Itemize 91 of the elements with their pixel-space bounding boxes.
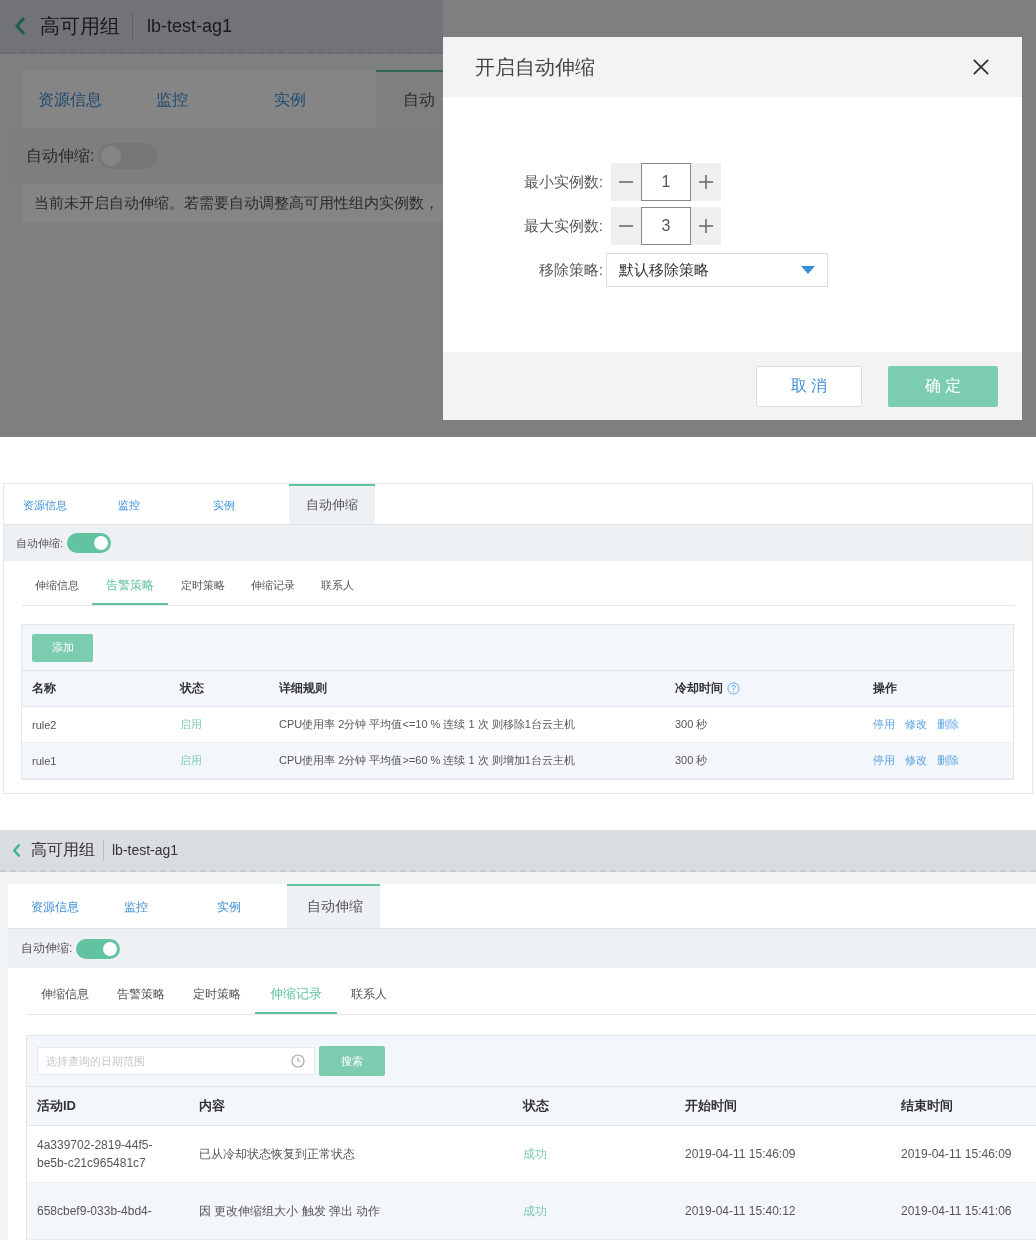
group-name: lb-test-ag1	[112, 842, 179, 858]
toggle-switch[interactable]	[76, 938, 121, 959]
caret-icon	[801, 266, 815, 274]
table-cell-text: 2019-04-11 15:41:06	[901, 1204, 1013, 1218]
field-label: 最小实例数:	[522, 172, 604, 192]
dropdown-select[interactable]: 默认移除策略	[606, 253, 828, 287]
action-link[interactable]: 停用	[873, 717, 895, 732]
tab[interactable]: 监控	[99, 484, 194, 524]
sub-tab[interactable]: 定时策略	[179, 976, 255, 1014]
field-label: 最大实例数:	[522, 216, 604, 236]
auto-scaling-label: 自动伸缩:	[16, 535, 64, 551]
table-cell-text: rule1	[32, 754, 58, 767]
tab[interactable]: 实例	[257, 70, 376, 128]
column-header: 结束时间	[901, 1097, 953, 1115]
tab[interactable]: 资源信息	[8, 884, 101, 928]
column-header: 开始时间	[685, 1097, 737, 1115]
dialog-title: 开启自动伸缩	[475, 54, 595, 80]
sub-tab[interactable]: 伸缩信息	[27, 976, 103, 1014]
sub-tab[interactable]: 伸缩信息	[22, 567, 92, 605]
confirm-button[interactable]: 确 定	[888, 365, 998, 407]
tab[interactable]: 实例	[194, 884, 287, 928]
table-cell-text: CPU使用率 2分钟 平均值<=10 % 连续 1 次 则移除1台云主机	[279, 717, 576, 732]
group-name: lb-test-ag1	[147, 15, 233, 37]
tab[interactable]: 监控	[139, 70, 258, 128]
field-label: 移除策略:	[537, 260, 604, 280]
sub-tab[interactable]: 联系人	[308, 567, 367, 605]
page-title: 高可用组	[40, 12, 133, 40]
sub-tab[interactable]: 定时策略	[168, 567, 238, 605]
page-title: 高可用组	[31, 839, 104, 861]
table-cell-text: 2019-04-11 15:40:12	[685, 1204, 797, 1218]
minus-icon	[619, 181, 633, 183]
column-header: 操作	[873, 680, 897, 697]
tab[interactable]: 自动伸缩	[289, 484, 375, 524]
number-input[interactable]: 3	[641, 207, 691, 245]
table-cell-text: CPU使用率 2分钟 平均值>=60 % 连续 1 次 则增加1台云主机	[279, 753, 576, 768]
column-header: 内容	[199, 1097, 225, 1115]
column-header: 状态	[523, 1097, 549, 1115]
sub-tab[interactable]: 联系人	[337, 976, 401, 1014]
close-icon	[972, 58, 990, 76]
table-cell-text: 因 更改伸缩组大小 触发 弹出 动作	[199, 1202, 382, 1220]
number-input[interactable]: 1	[641, 163, 691, 201]
search-button[interactable]: 搜索	[319, 1046, 385, 1076]
status-text: 成功	[523, 1145, 548, 1163]
decrement-button[interactable]	[611, 163, 641, 201]
column-header: 状态	[180, 680, 204, 697]
table-cell-text: rule2	[32, 718, 58, 731]
add-button[interactable]: 添加	[32, 633, 93, 662]
sub-tab[interactable]: 告警策略	[103, 976, 179, 1014]
action-link[interactable]: 停用	[873, 753, 895, 768]
toggle-switch[interactable]	[67, 533, 112, 553]
column-header: 详细规则	[279, 680, 327, 697]
decrement-button[interactable]	[611, 207, 641, 245]
increment-button[interactable]	[691, 163, 721, 201]
tab[interactable]: 资源信息	[4, 484, 99, 524]
table-cell-text: 300 秒	[675, 753, 709, 768]
tab[interactable]: 监控	[101, 884, 194, 928]
tab[interactable]: 自动	[375, 70, 443, 128]
table-cell-text: 已从冷却状态恢复到正常状态	[199, 1145, 356, 1163]
back-icon[interactable]	[14, 16, 26, 36]
plus-icon	[698, 174, 714, 190]
back-icon[interactable]	[12, 842, 21, 858]
sub-tab[interactable]: 伸缩记录	[238, 567, 308, 605]
clock-icon	[291, 1054, 305, 1068]
action-link[interactable]: 删除	[937, 717, 959, 732]
status-text: 启用	[180, 753, 203, 768]
action-link[interactable]: 修改	[905, 753, 927, 768]
minus-icon	[619, 225, 633, 227]
plus-icon	[698, 218, 714, 234]
status-text: 启用	[180, 717, 203, 732]
auto-scaling-label: 自动伸缩:	[21, 940, 73, 957]
sub-tab[interactable]: 伸缩记录	[255, 976, 337, 1014]
tab[interactable]: 资源信息	[22, 70, 140, 128]
table-cell-text: 300 秒	[675, 717, 709, 732]
help-icon[interactable]	[727, 682, 740, 695]
action-link[interactable]: 修改	[905, 717, 927, 732]
table-cell-text: 2019-04-11 15:46:09	[685, 1147, 797, 1161]
notice-message: 当前未开启自动伸缩。若需要自动调整高可用性组内实例数，	[22, 184, 443, 222]
increment-button[interactable]	[691, 207, 721, 245]
column-header: 冷却时间	[675, 680, 723, 697]
activity-id: 658cbef9-033b-4bd4-	[37, 1203, 153, 1220]
column-header: 活动ID	[37, 1097, 76, 1115]
cancel-button[interactable]: 取 消	[756, 365, 862, 407]
activity-id: 4a339702-2819-44f5- be5b-c21c965481c7	[37, 1137, 154, 1172]
sub-tab[interactable]: 告警策略	[92, 567, 168, 605]
status-text: 成功	[523, 1202, 548, 1220]
action-link[interactable]: 删除	[937, 753, 959, 768]
table-cell-text: 2019-04-11 15:46:09	[901, 1147, 1013, 1161]
tab[interactable]: 实例	[194, 484, 289, 524]
tab[interactable]: 自动伸缩	[287, 884, 380, 928]
auto-scaling-label: 自动伸缩:	[26, 145, 95, 166]
column-header: 名称	[32, 680, 56, 697]
